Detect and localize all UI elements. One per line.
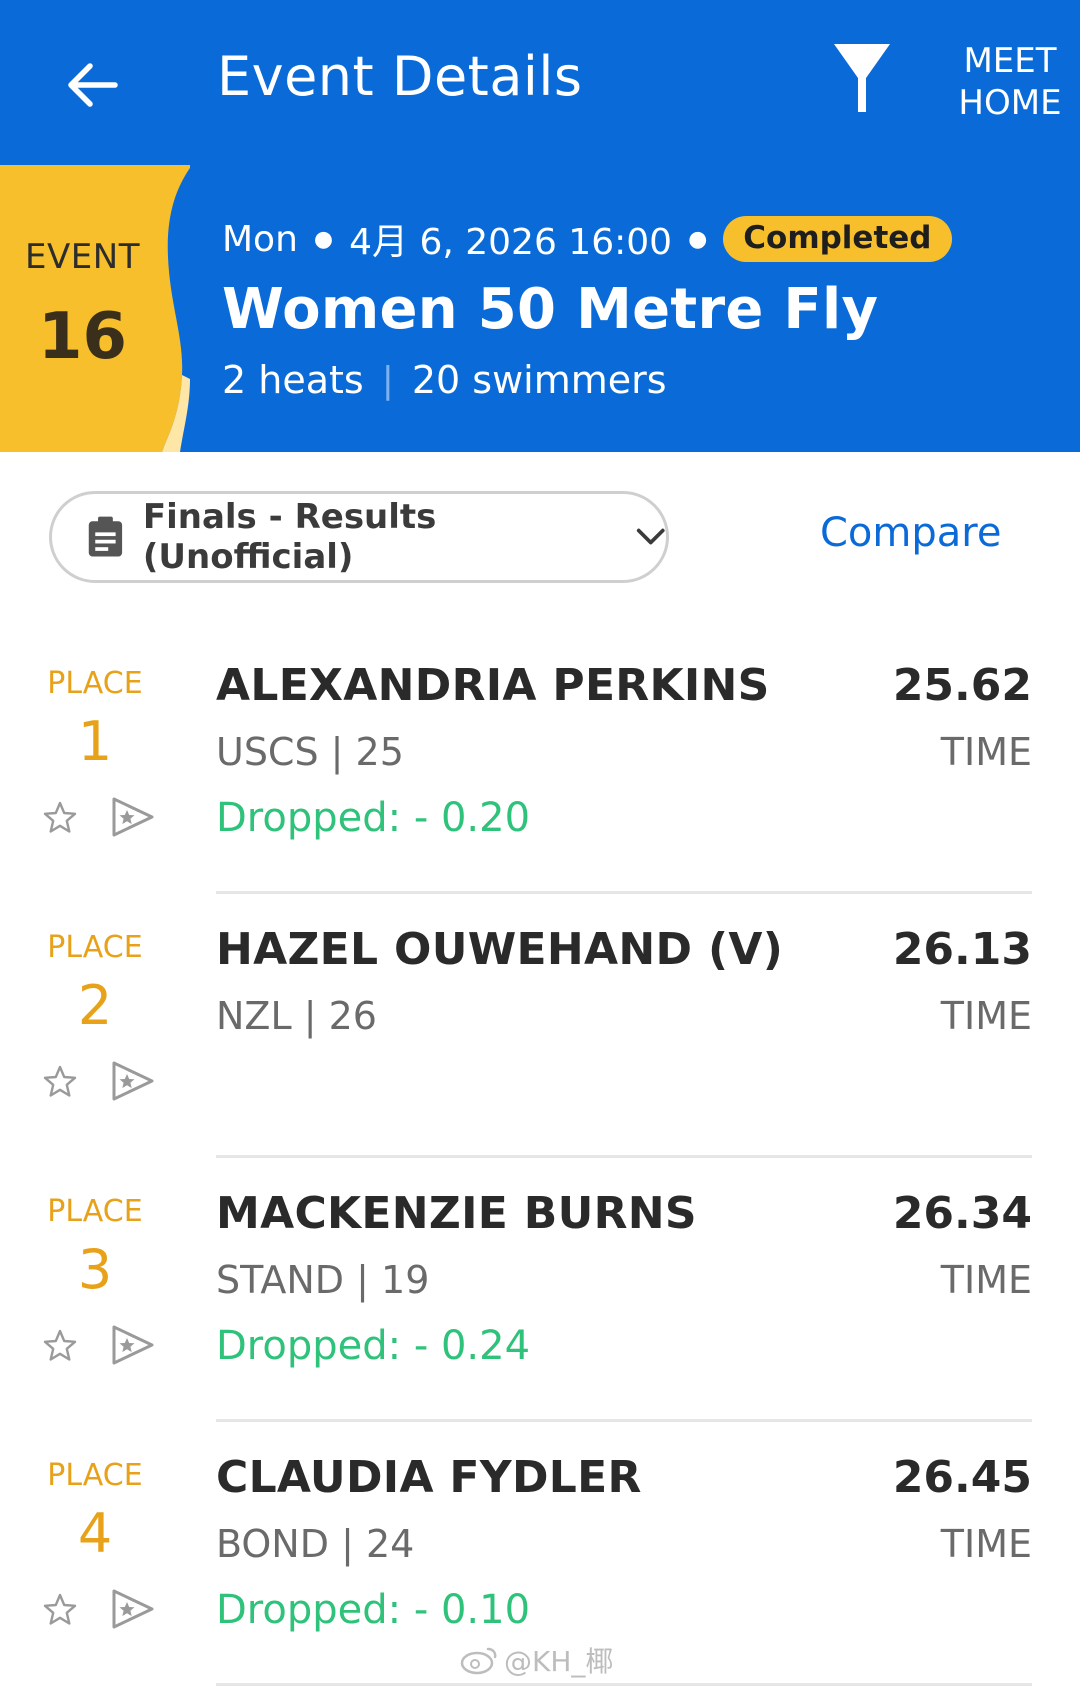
star-icon[interactable] xyxy=(42,1328,78,1364)
star-icon[interactable] xyxy=(42,1592,78,1628)
compare-link[interactable]: Compare xyxy=(820,510,1001,556)
swimmer-team: BOND | 24 xyxy=(216,1522,415,1566)
top-app-bar: Event Details MEET HOME xyxy=(0,0,1080,165)
dropped-time: Dropped: - 0.10 xyxy=(216,1587,531,1633)
place-label: PLACE xyxy=(47,1458,143,1493)
meet-home-line1: MEET xyxy=(963,41,1057,81)
watermark-text: @KH_椰 xyxy=(504,1645,614,1678)
status-badge: Completed xyxy=(723,216,952,262)
result-time: 26.13 xyxy=(892,924,1032,975)
play-icon[interactable] xyxy=(110,1059,156,1103)
swimmer-name: MACKENZIE BURNS xyxy=(216,1188,697,1239)
place-number: 1 xyxy=(77,710,113,773)
meet-home-line2: HOME xyxy=(958,83,1062,123)
time-label: TIME xyxy=(940,994,1032,1038)
result-time: 26.45 xyxy=(892,1452,1032,1503)
place-label: PLACE xyxy=(47,1194,143,1229)
heats-count: 2 heats xyxy=(222,358,364,402)
result-row[interactable]: PLACE 3 MACKENZIE BURNS STAND | 19 Dropp… xyxy=(0,1158,1080,1422)
event-number: 16 xyxy=(37,300,128,374)
swimmer-team: STAND | 19 xyxy=(216,1258,430,1302)
event-label: EVENT xyxy=(25,237,140,277)
time-label: TIME xyxy=(940,1258,1032,1302)
swimmer-name: HAZEL OUWEHAND (V) xyxy=(216,924,784,975)
row-divider xyxy=(216,1683,1032,1686)
filter-icon xyxy=(834,44,890,112)
result-row[interactable]: PLACE 1 ALEXANDRIA PERKINS USCS | 25 Dro… xyxy=(0,630,1080,894)
event-datetime: 4月 6, 2026 16:00 xyxy=(349,222,673,263)
star-icon[interactable] xyxy=(42,1064,78,1100)
time-label: TIME xyxy=(940,730,1032,774)
result-row[interactable]: PLACE 2 HAZEL OUWEHAND (V) NZL | 26 26.1… xyxy=(0,894,1080,1158)
event-day: Mon xyxy=(222,218,298,260)
swimmers-count: 20 swimmers xyxy=(411,358,667,402)
meta-separator: ● xyxy=(688,226,708,252)
event-meta: Mon ● 4月 6, 2026 16:00 ● Completed xyxy=(222,213,952,265)
event-name: Women 50 Metre Fly xyxy=(222,277,879,342)
meta-separator: ● xyxy=(313,226,334,252)
results-type-label: Finals - Results (Unofficial) xyxy=(142,497,437,577)
play-icon[interactable] xyxy=(110,795,156,839)
arrow-left-icon xyxy=(68,63,118,107)
time-label: TIME xyxy=(940,1522,1032,1566)
play-icon[interactable] xyxy=(110,1323,156,1367)
dropped-time: Dropped: - 0.24 xyxy=(216,1323,531,1369)
back-button[interactable] xyxy=(52,50,132,120)
event-header: EVENT 16 Mon ● 4月 6, 2026 16:00 ● Comple… xyxy=(0,165,1080,452)
filter-button[interactable] xyxy=(832,40,902,120)
dropped-time: Dropped: - 0.20 xyxy=(216,795,531,841)
clipboard-icon xyxy=(88,516,123,557)
summary-divider: | xyxy=(381,359,394,401)
meet-home-button[interactable]: MEET HOME xyxy=(950,40,1070,124)
star-icon[interactable] xyxy=(42,800,78,836)
result-time: 25.62 xyxy=(892,660,1032,711)
event-summary: 2 heats | 20 swimmers xyxy=(222,358,667,402)
place-number: 2 xyxy=(77,974,113,1037)
place-label: PLACE xyxy=(47,930,143,965)
weibo-icon xyxy=(460,1647,497,1675)
play-icon[interactable] xyxy=(110,1587,156,1631)
swimmer-name: ALEXANDRIA PERKINS xyxy=(216,660,770,711)
results-type-dropdown[interactable]: Finals - Results (Unofficial) xyxy=(49,491,669,583)
swimmer-name: CLAUDIA FYDLER xyxy=(216,1452,642,1503)
watermark: @KH_椰 xyxy=(460,1640,613,1680)
swimmer-team: NZL | 26 xyxy=(216,994,377,1038)
place-number: 4 xyxy=(77,1502,113,1565)
swimmer-team: USCS | 25 xyxy=(216,730,404,774)
place-number: 3 xyxy=(77,1238,113,1301)
page-title: Event Details xyxy=(217,45,583,108)
event-badge: EVENT 16 xyxy=(0,165,190,452)
chevron-down-icon xyxy=(636,528,665,545)
result-time: 26.34 xyxy=(892,1188,1032,1239)
place-label: PLACE xyxy=(47,666,143,701)
